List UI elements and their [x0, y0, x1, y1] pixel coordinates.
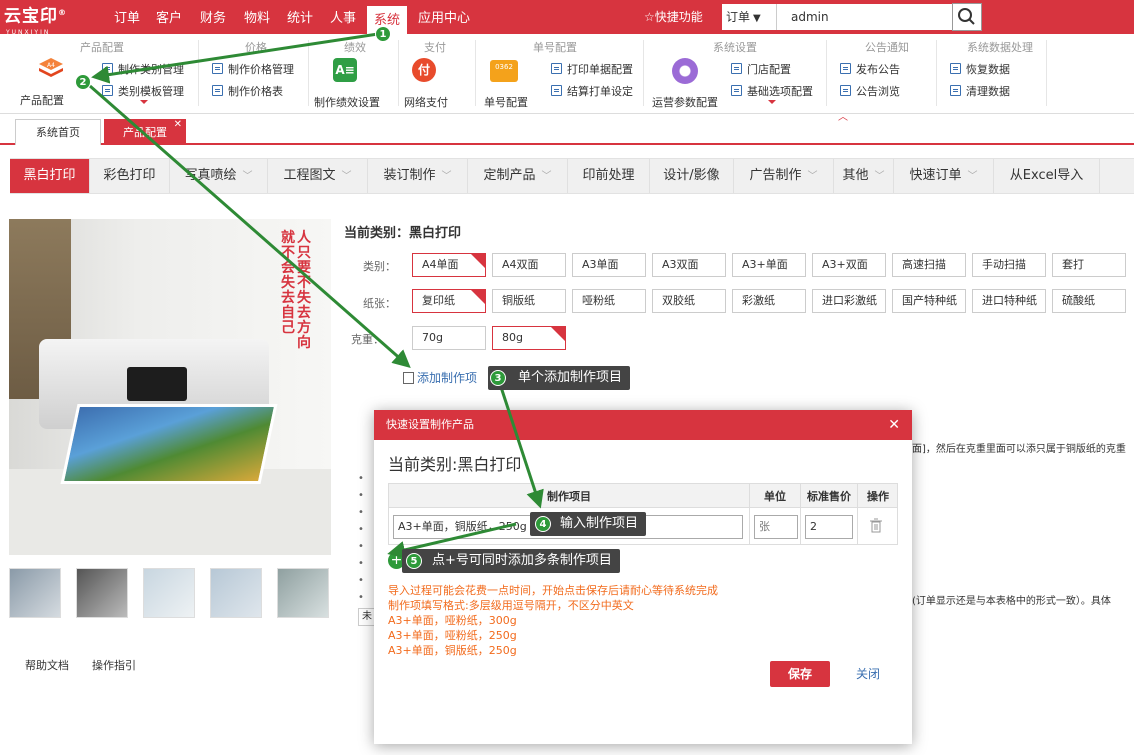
step-badge-1: 1 [375, 26, 391, 42]
arrow-2 [89, 84, 411, 368]
callout-3: 单个添加制作项目 [488, 366, 631, 390]
callout-4-text: 输入制作项目 [560, 516, 639, 531]
callout-3-text: 单个添加制作项目 [518, 370, 623, 385]
callout-5-text: 点+号可同时添加多条制作项目 [432, 553, 612, 568]
step-badge-2: 2 [75, 74, 91, 90]
step-badge-3: 3 [490, 370, 506, 386]
arrow-3 [498, 383, 544, 509]
step-badge-4: 4 [535, 516, 551, 532]
step-badge-5: 5 [406, 553, 422, 569]
callout-5: 点+号可同时添加多条制作项目 [402, 549, 620, 573]
arrow-1 [91, 32, 379, 84]
arrow-4 [387, 522, 517, 559]
